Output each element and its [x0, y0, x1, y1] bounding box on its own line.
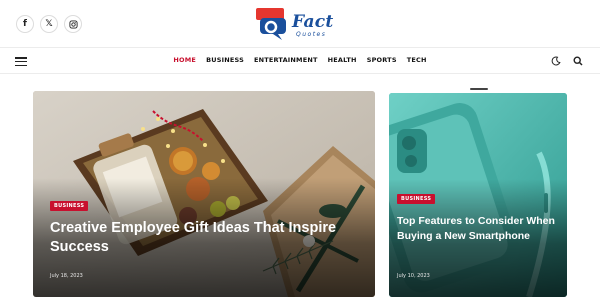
- post-date: July 10, 2023: [397, 273, 430, 279]
- category-badge[interactable]: BUSINESS: [50, 201, 89, 211]
- x-icon[interactable]: 𝕏: [40, 15, 58, 33]
- nav-item-sports[interactable]: SPORTS: [367, 56, 397, 64]
- logo-word: Fact: [292, 12, 334, 32]
- logo-tagline: Quotes: [296, 31, 327, 38]
- dark-mode-icon[interactable]: [550, 55, 562, 67]
- site-header: f 𝕏 Fact Quotes: [0, 0, 600, 48]
- category-badge[interactable]: BUSINESS: [397, 194, 436, 204]
- post-title[interactable]: Creative Employee Gift Ideas That Inspir…: [50, 219, 350, 257]
- nav-menu: HOME BUSINESS ENTERTAINMENT HEALTH SPORT…: [0, 56, 600, 64]
- nav-item-tech[interactable]: TECH: [407, 56, 427, 64]
- instagram-icon[interactable]: [64, 15, 82, 33]
- instagram-glyph: [68, 19, 78, 29]
- nav-item-entertainment[interactable]: ENTERTAINMENT: [254, 56, 318, 64]
- featured-post-card[interactable]: BUSINESS Top Features to Consider When B…: [389, 93, 567, 297]
- logo-mark: [256, 8, 286, 40]
- main-navigation: HOME BUSINESS ENTERTAINMENT HEALTH SPORT…: [0, 49, 600, 74]
- slider-indicator: [470, 88, 488, 90]
- social-links: f 𝕏: [16, 15, 82, 33]
- post-date: July 18, 2023: [50, 273, 83, 279]
- nav-item-health[interactable]: HEALTH: [328, 56, 357, 64]
- featured-post-card[interactable]: BUSINESS Creative Employee Gift Ideas Th…: [33, 91, 375, 297]
- search-icon[interactable]: [572, 55, 584, 67]
- facebook-icon[interactable]: f: [16, 15, 34, 33]
- nav-item-business[interactable]: BUSINESS: [206, 56, 244, 64]
- nav-item-home[interactable]: HOME: [173, 56, 196, 64]
- site-logo[interactable]: Fact Quotes: [252, 4, 352, 44]
- nav-tools: [550, 55, 584, 67]
- post-title[interactable]: Top Features to Consider When Buying a N…: [397, 214, 557, 244]
